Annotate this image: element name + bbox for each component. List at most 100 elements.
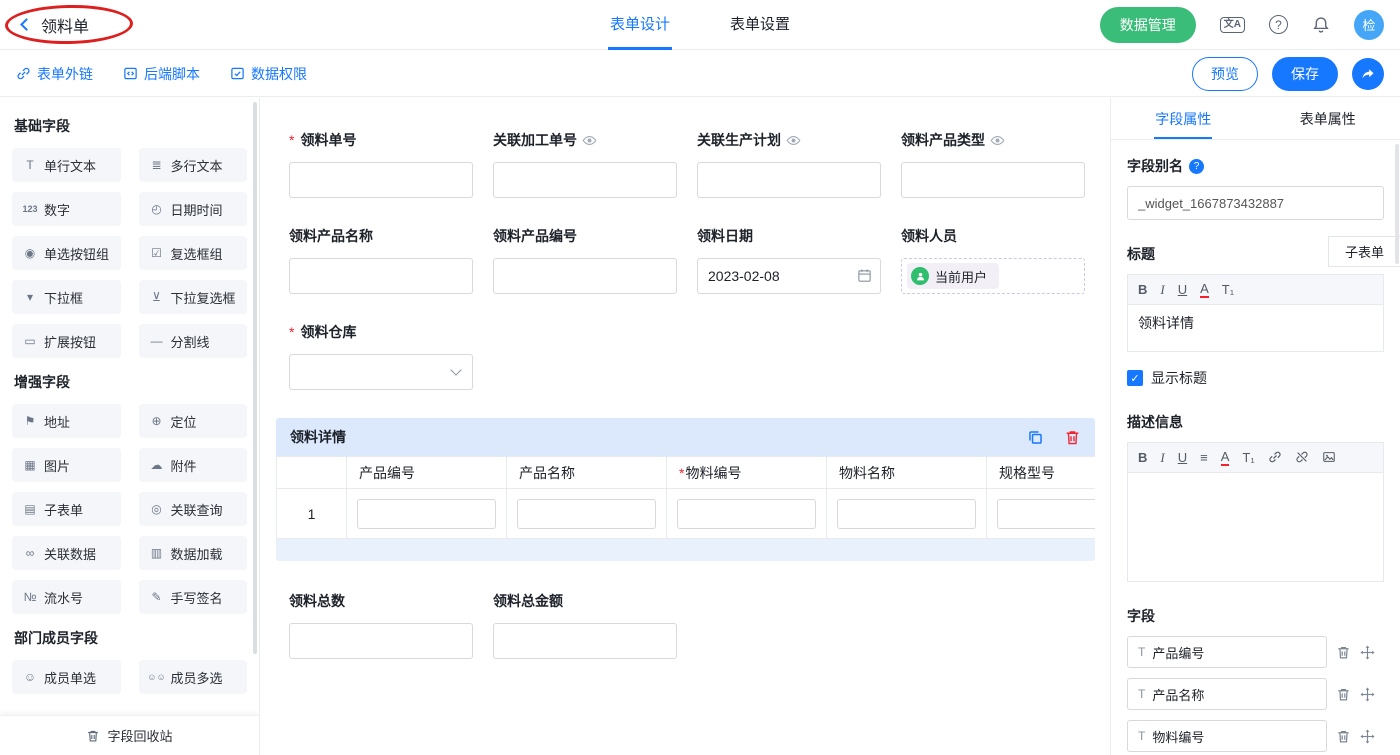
tab-form-design[interactable]: 表单设计: [608, 0, 672, 50]
delete-subfield-button[interactable]: [1336, 645, 1351, 660]
subfield-material-code[interactable]: T物料编号: [1127, 720, 1327, 752]
palette-item-serial-number[interactable]: №流水号: [12, 580, 121, 614]
delete-subform-button[interactable]: [1064, 429, 1081, 446]
remove-link-icon[interactable]: [1295, 450, 1309, 466]
field-product-code[interactable]: 领料产品编号: [493, 226, 677, 294]
copy-subform-button[interactable]: [1027, 429, 1044, 446]
palette-item-select[interactable]: ▾下拉框: [12, 280, 121, 314]
material-code-cell-input[interactable]: [677, 499, 816, 529]
user-avatar[interactable]: 检: [1354, 10, 1384, 40]
total-quantity-input[interactable]: [289, 623, 473, 659]
bold-icon[interactable]: B: [1138, 451, 1147, 464]
product-code-cell-input[interactable]: [357, 499, 496, 529]
subfield-product-name[interactable]: T产品名称: [1127, 678, 1327, 710]
tab-field-properties[interactable]: 字段属性: [1111, 98, 1256, 139]
order-number-input[interactable]: [289, 162, 473, 198]
field-process-order[interactable]: 关联加工单号: [493, 130, 677, 198]
backend-script-button[interactable]: 后端脚本: [123, 64, 200, 84]
field-warehouse[interactable]: *领料仓库: [289, 322, 473, 390]
data-manage-button[interactable]: 数据管理: [1100, 7, 1196, 43]
product-code-input[interactable]: [493, 258, 677, 294]
field-recycle-bin[interactable]: 字段回收站: [0, 715, 259, 755]
calendar-icon[interactable]: [857, 268, 872, 286]
palette-item-datetime[interactable]: ◴日期时间: [139, 192, 248, 226]
preview-button[interactable]: 预览: [1192, 57, 1258, 91]
font-size-icon[interactable]: T₁: [1242, 451, 1254, 464]
insert-image-icon[interactable]: [1322, 450, 1336, 466]
palette-item-number[interactable]: 123数字: [12, 192, 121, 226]
palette-item-attachment[interactable]: ☁附件: [139, 448, 248, 482]
palette-item-linked-query[interactable]: ◎关联查询: [139, 492, 248, 526]
tab-form-properties[interactable]: 表单属性: [1256, 98, 1400, 139]
material-name-cell-input[interactable]: [837, 499, 976, 529]
palette-item-address[interactable]: ⚑地址: [12, 404, 121, 438]
save-button[interactable]: 保存: [1272, 57, 1338, 91]
notification-bell-icon[interactable]: [1312, 16, 1330, 34]
palette-item-radio-group[interactable]: ◉单选按钮组: [12, 236, 121, 270]
field-product-name[interactable]: 领料产品名称: [289, 226, 473, 294]
panel-scrollbar[interactable]: [1395, 144, 1399, 264]
underline-icon[interactable]: U: [1178, 451, 1187, 464]
delete-subfield-button[interactable]: [1336, 687, 1351, 702]
italic-icon[interactable]: I: [1160, 451, 1164, 464]
spec-model-cell-input[interactable]: [997, 499, 1095, 529]
field-product-type[interactable]: 领料产品类型: [901, 130, 1085, 198]
subfield-product-code[interactable]: T产品编号: [1127, 636, 1327, 668]
subform-block[interactable]: 领料详情 产品编号 产品名称 *物料编号 物料名称: [276, 418, 1095, 561]
external-link-button[interactable]: 表单外链: [16, 64, 93, 84]
field-pick-date[interactable]: 领料日期: [697, 226, 881, 294]
eye-icon[interactable]: [786, 133, 801, 148]
share-button[interactable]: [1352, 58, 1384, 90]
product-name-cell-input[interactable]: [517, 499, 656, 529]
palette-item-divider[interactable]: —分割线: [139, 324, 248, 358]
product-name-input[interactable]: [289, 258, 473, 294]
palette-item-data-load[interactable]: ▥数据加载: [139, 536, 248, 570]
insert-link-icon[interactable]: [1268, 450, 1282, 466]
alias-input[interactable]: [1127, 186, 1384, 220]
field-order-number[interactable]: *领料单号: [289, 130, 473, 198]
palette-item-member-single[interactable]: ☺成员单选: [12, 660, 121, 694]
title-editor[interactable]: 领料详情: [1127, 304, 1384, 352]
warehouse-select-input[interactable]: [289, 354, 473, 390]
palette-item-member-multi[interactable]: ☺☺成员多选: [139, 660, 248, 694]
font-size-icon[interactable]: T₁: [1222, 283, 1234, 296]
question-circle-icon[interactable]: ?: [1189, 159, 1204, 174]
data-permission-button[interactable]: 数据权限: [230, 64, 307, 84]
field-pick-person[interactable]: 领料人员 当前用户: [901, 226, 1085, 294]
tab-form-settings[interactable]: 表单设置: [728, 0, 792, 50]
bold-icon[interactable]: B: [1138, 283, 1147, 296]
palette-item-multi-text[interactable]: ≣多行文本: [139, 148, 248, 182]
palette-item-multi-select[interactable]: ⊻下拉复选框: [139, 280, 248, 314]
palette-item-subform[interactable]: ▤子表单: [12, 492, 121, 526]
help-icon[interactable]: ?: [1269, 15, 1288, 34]
palette-item-checkbox-group[interactable]: ☑复选框组: [139, 236, 248, 270]
pick-person-field[interactable]: 当前用户: [901, 258, 1085, 294]
move-subfield-handle[interactable]: [1360, 729, 1375, 744]
field-total-quantity[interactable]: 领料总数: [289, 591, 473, 659]
palette-item-single-text[interactable]: T单行文本: [12, 148, 121, 182]
font-color-icon[interactable]: A: [1200, 282, 1209, 298]
language-icon[interactable]: 文A: [1220, 17, 1245, 33]
show-title-checkbox[interactable]: ✓: [1127, 370, 1143, 386]
pick-date-input[interactable]: [697, 258, 881, 294]
total-amount-input[interactable]: [493, 623, 677, 659]
process-order-input[interactable]: [493, 162, 677, 198]
palette-item-linked-data[interactable]: ∞关联数据: [12, 536, 121, 570]
underline-icon[interactable]: U: [1178, 283, 1187, 296]
eye-icon[interactable]: [990, 133, 1005, 148]
product-type-input[interactable]: [901, 162, 1085, 198]
move-subfield-handle[interactable]: [1360, 645, 1375, 660]
font-color-icon[interactable]: A: [1221, 450, 1230, 466]
delete-subfield-button[interactable]: [1336, 729, 1351, 744]
palette-item-extend-button[interactable]: ▭扩展按钮: [12, 324, 121, 358]
sidebar-scrollbar[interactable]: [253, 102, 257, 654]
align-icon[interactable]: ≡: [1200, 451, 1208, 464]
field-total-amount[interactable]: 领料总金额: [493, 591, 677, 659]
palette-item-image[interactable]: ▦图片: [12, 448, 121, 482]
back-button[interactable]: 领料单: [16, 13, 89, 37]
warehouse-select[interactable]: [289, 354, 473, 390]
italic-icon[interactable]: I: [1160, 283, 1164, 296]
move-subfield-handle[interactable]: [1360, 687, 1375, 702]
current-user-chip[interactable]: 当前用户: [907, 263, 999, 289]
field-production-plan[interactable]: 关联生产计划: [697, 130, 881, 198]
